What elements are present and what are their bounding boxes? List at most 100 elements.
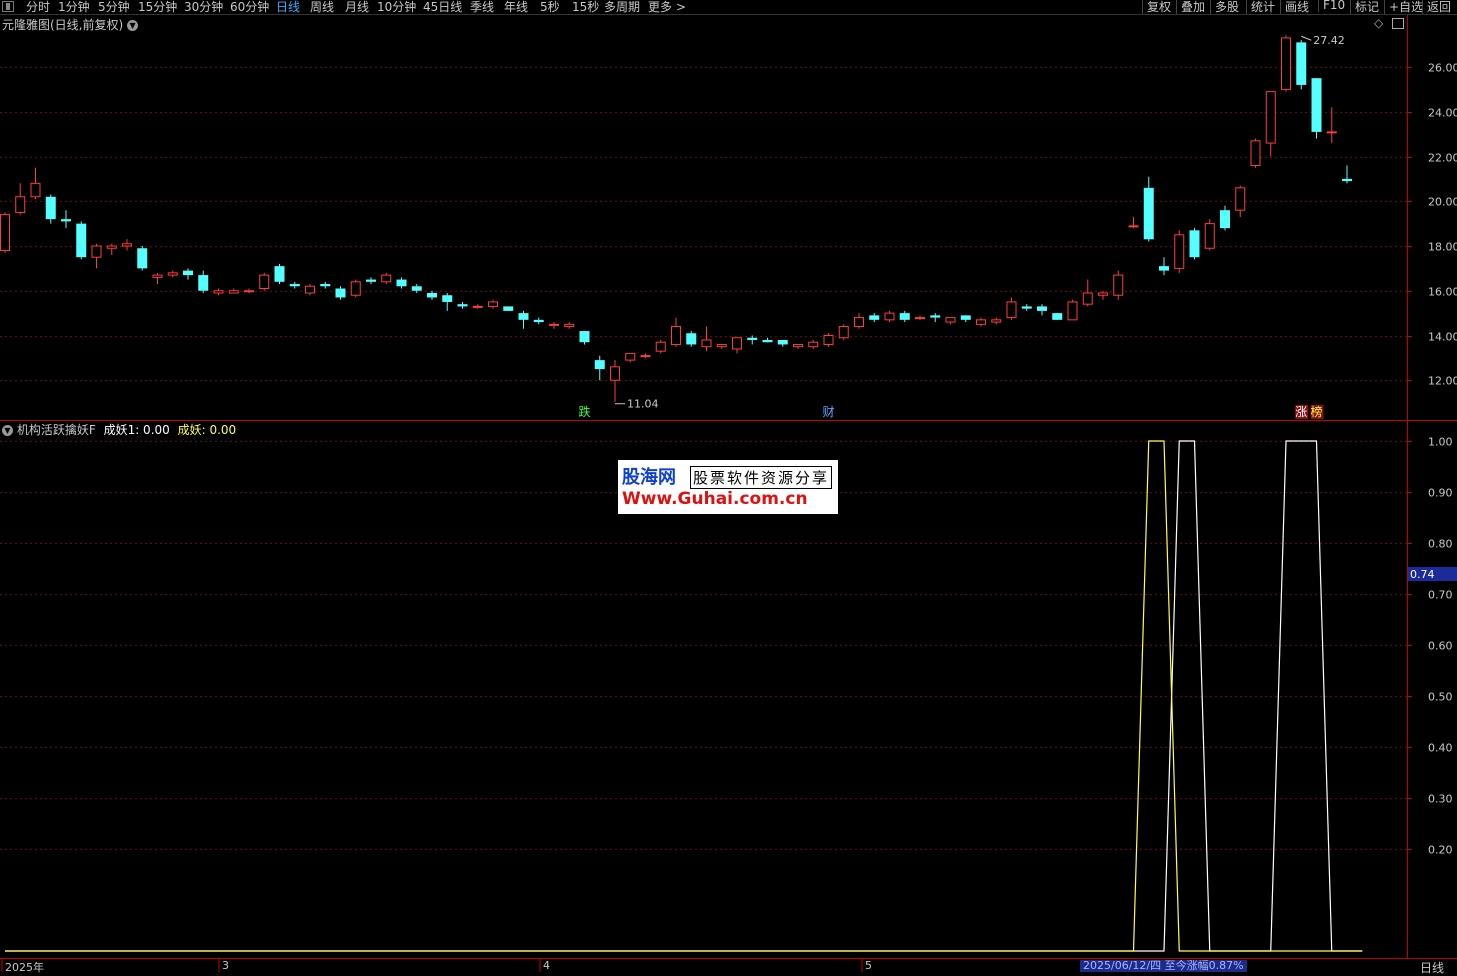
- candle: [640, 353, 651, 358]
- candle: [1281, 35, 1291, 92]
- diamond-icon[interactable]: ◇: [1374, 16, 1383, 30]
- candle: [1067, 299, 1078, 321]
- candle-body: [1067, 301, 1078, 321]
- toolbar-button-1[interactable]: 叠加: [1176, 0, 1205, 15]
- candle-body: [1082, 292, 1093, 305]
- toolbar-button-4[interactable]: 画线: [1280, 0, 1309, 15]
- candle-body: [1128, 225, 1139, 228]
- tab-period-7[interactable]: 周线: [310, 0, 334, 15]
- candle-body: [518, 313, 529, 320]
- toolbar-button-0[interactable]: 复权: [1142, 0, 1171, 15]
- candle: [869, 313, 880, 323]
- candle: [777, 339, 788, 347]
- tab-period-11[interactable]: 季线: [470, 0, 494, 15]
- tab-period-6[interactable]: 日线: [276, 0, 300, 15]
- candle: [1113, 270, 1124, 300]
- candle: [366, 277, 376, 285]
- candle: [549, 322, 559, 329]
- candle: [625, 352, 636, 363]
- candle: [274, 263, 285, 285]
- candle: [762, 337, 773, 343]
- candle-body: [1220, 210, 1230, 229]
- toolbar-button-5[interactable]: F10: [1318, 0, 1345, 12]
- high-price-label: 27.42: [1313, 34, 1345, 47]
- candle-body: [76, 223, 87, 258]
- candle-body: [228, 290, 239, 294]
- candle: [442, 292, 453, 311]
- candle-body: [579, 331, 590, 343]
- candle-body: [655, 341, 666, 352]
- window-toggle-icon[interactable]: [1392, 18, 1404, 29]
- candle-body: [320, 284, 331, 287]
- watermark-logo: 股海网 股票软件资源分享 Www.Guhai.com.cn: [618, 460, 838, 514]
- high-pointer: [1301, 35, 1312, 41]
- candle: [1220, 205, 1230, 231]
- candle: [30, 167, 41, 200]
- toolbar-menu-icon[interactable]: [2, 1, 14, 12]
- indicator-tick-label: 0.90: [1428, 487, 1453, 500]
- candle: [930, 313, 941, 323]
- tab-period-2[interactable]: 5分钟: [98, 0, 130, 15]
- candle: [76, 221, 87, 260]
- time-axis-label: 2025年: [5, 961, 44, 974]
- toolbar-button-3[interactable]: 统计: [1246, 0, 1275, 15]
- candle-body: [1342, 178, 1352, 182]
- period-label[interactable]: 日线: [1420, 959, 1444, 976]
- candle: [106, 243, 117, 255]
- candle: [122, 239, 132, 251]
- candle: [472, 304, 483, 309]
- candle-body: [869, 315, 880, 320]
- toolbar-button-7[interactable]: +自选: [1384, 0, 1423, 15]
- tab-period-8[interactable]: 月线: [345, 0, 369, 15]
- tab-period-3[interactable]: 15分钟: [138, 0, 177, 15]
- candle: [381, 272, 392, 285]
- candle-body: [1052, 313, 1063, 320]
- tab-period-1[interactable]: 1分钟: [58, 0, 90, 15]
- chevron-down-icon[interactable]: ▼: [2, 425, 13, 436]
- time-axis-label: 3: [222, 959, 229, 972]
- candle-body: [564, 323, 575, 328]
- candle: [411, 284, 422, 293]
- candle: [1128, 216, 1139, 229]
- toolbar-button-6[interactable]: 标记: [1350, 0, 1379, 15]
- candle-body: [442, 295, 453, 302]
- candle-body: [45, 196, 56, 220]
- candle-body: [198, 275, 209, 291]
- candle-body: [793, 343, 803, 348]
- candle-body: [1235, 187, 1246, 211]
- candle: [533, 317, 544, 325]
- candle: [823, 333, 834, 347]
- tab-period-15[interactable]: 多周期: [604, 0, 640, 15]
- candle-body: [244, 290, 254, 293]
- candle: [335, 286, 346, 300]
- candle-body: [152, 274, 163, 278]
- candle-body: [991, 319, 1002, 323]
- candle: [1326, 107, 1337, 144]
- candle-body: [1159, 266, 1169, 271]
- tab-period-9[interactable]: 10分钟: [377, 0, 416, 15]
- candle-body: [854, 317, 864, 328]
- candle: [1006, 297, 1017, 320]
- toolbar-button-8[interactable]: 返回: [1422, 0, 1451, 15]
- tab-period-4[interactable]: 30分钟: [184, 0, 223, 15]
- indicator-tick-label: 0.60: [1428, 640, 1453, 653]
- candle-body: [777, 339, 788, 345]
- candle-body: [533, 319, 544, 323]
- tab-period-13[interactable]: 5秒: [540, 0, 560, 15]
- tab-period-5[interactable]: 60分钟: [230, 0, 269, 15]
- period-toolbar: 分时 1分钟 5分钟 15分钟 30分钟 60分钟 日线 周线 月线 10分钟 45日线 季线 年线 5秒…: [0, 0, 1457, 15]
- tab-period-14[interactable]: 15秒: [572, 0, 599, 15]
- tab-period-10[interactable]: 45日线: [423, 0, 462, 15]
- candle-body: [1143, 187, 1154, 240]
- candle-body: [305, 285, 315, 294]
- candle: [1189, 228, 1200, 260]
- candle: [838, 324, 849, 340]
- candle: [427, 290, 437, 300]
- candle: [594, 355, 605, 381]
- tab-period-16[interactable]: 更多 >: [648, 0, 686, 15]
- candle-body: [747, 337, 758, 340]
- chevron-down-icon[interactable]: ▼: [127, 20, 139, 31]
- tab-period-12[interactable]: 年线: [504, 0, 528, 15]
- toolbar-button-2[interactable]: 多股: [1210, 0, 1239, 15]
- tab-period-0[interactable]: 分时: [26, 0, 50, 15]
